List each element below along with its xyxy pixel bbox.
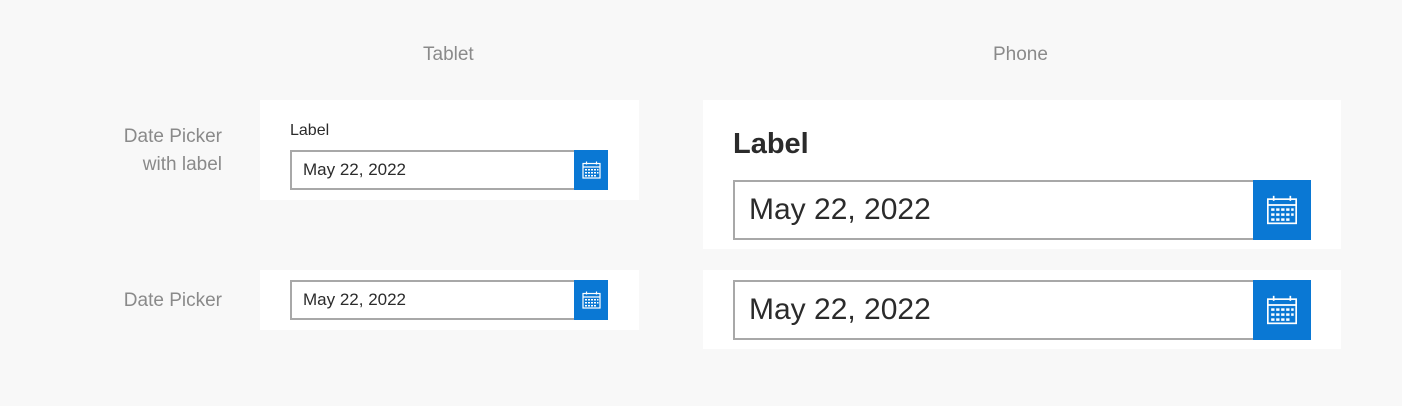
calendar-button[interactable] [1253, 280, 1311, 340]
calendar-button[interactable] [574, 150, 608, 190]
date-picker[interactable]: May 22, 2022 [290, 280, 608, 320]
row-label-date-picker: Date Picker [124, 287, 222, 315]
tablet-labeled-panel: Label May 22, 2022 [260, 100, 639, 200]
column-header-tablet: Tablet [423, 44, 474, 65]
date-value[interactable]: May 22, 2022 [292, 290, 606, 310]
column-header-phone: Phone [993, 44, 1048, 65]
calendar-icon [581, 161, 601, 179]
phone-plain-panel: May 22, 2022 [703, 270, 1341, 349]
calendar-icon [1267, 195, 1297, 225]
row-label-line: Date Picker [123, 290, 222, 311]
calendar-icon [581, 291, 601, 309]
date-picker[interactable]: May 22, 2022 [733, 280, 1311, 340]
date-picker[interactable]: May 22, 2022 [733, 180, 1311, 240]
field-label: Label [290, 122, 330, 139]
phone-labeled-panel: Label May 22, 2022 [703, 100, 1341, 249]
calendar-icon [1267, 295, 1297, 325]
field-label: Label [733, 128, 809, 160]
row-label-line: Date Picker [123, 126, 222, 147]
row-label-line: with label [142, 154, 222, 175]
date-picker[interactable]: May 22, 2022 [290, 150, 608, 190]
calendar-button[interactable] [1253, 180, 1311, 240]
date-value[interactable]: May 22, 2022 [292, 160, 606, 180]
date-value[interactable]: May 22, 2022 [735, 293, 1309, 327]
row-label-date-picker-with-label: Date Picker with label [124, 123, 222, 179]
calendar-button[interactable] [574, 280, 608, 320]
date-value[interactable]: May 22, 2022 [735, 193, 1309, 227]
tablet-plain-panel: May 22, 2022 [260, 270, 639, 330]
